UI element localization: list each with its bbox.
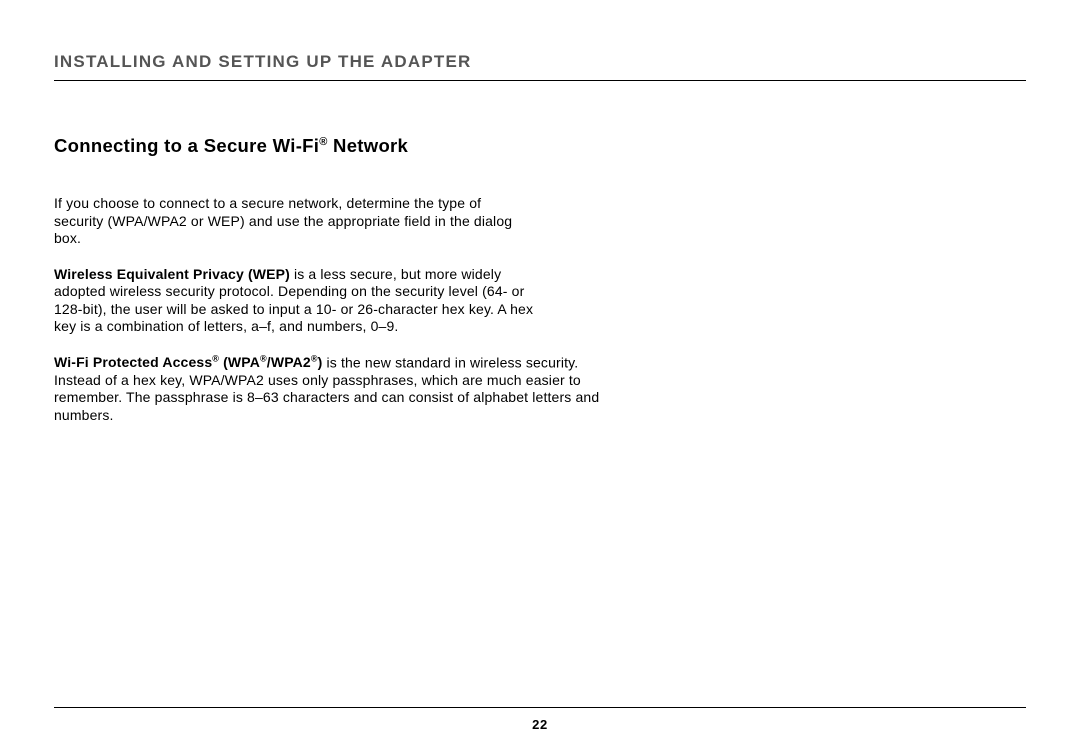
section-heading-suffix: Network — [328, 135, 409, 156]
chapter-heading: INSTALLING AND SETTING UP THE ADAPTER — [54, 52, 1026, 80]
wpa-bold-a: Wi-Fi Protected Access — [54, 354, 212, 370]
body-content: If you choose to connect to a secure net… — [54, 195, 1026, 424]
wpa-bold-c: /WPA2 — [267, 354, 311, 370]
registered-mark: ® — [260, 354, 267, 364]
wep-bold-label: Wireless Equivalent Privacy (WEP) — [54, 266, 290, 282]
paragraph-intro: If you choose to connect to a secure net… — [54, 195, 514, 248]
section-heading: Connecting to a Secure Wi-Fi® Network — [54, 135, 1026, 157]
page-number: 22 — [0, 717, 1080, 732]
section-heading-prefix: Connecting to a Secure Wi-Fi — [54, 135, 319, 156]
paragraph-wep: Wireless Equivalent Privacy (WEP) is a l… — [54, 266, 554, 336]
paragraph-wpa: Wi-Fi Protected Access® (WPA®/WPA2®) is … — [54, 354, 624, 425]
registered-mark: ® — [311, 354, 318, 364]
wpa-bold-label: Wi-Fi Protected Access® (WPA®/WPA2®) — [54, 354, 322, 370]
divider-top — [54, 80, 1026, 81]
wpa-bold-b: (WPA — [219, 354, 260, 370]
registered-mark: ® — [319, 136, 327, 148]
divider-bottom — [54, 707, 1026, 708]
